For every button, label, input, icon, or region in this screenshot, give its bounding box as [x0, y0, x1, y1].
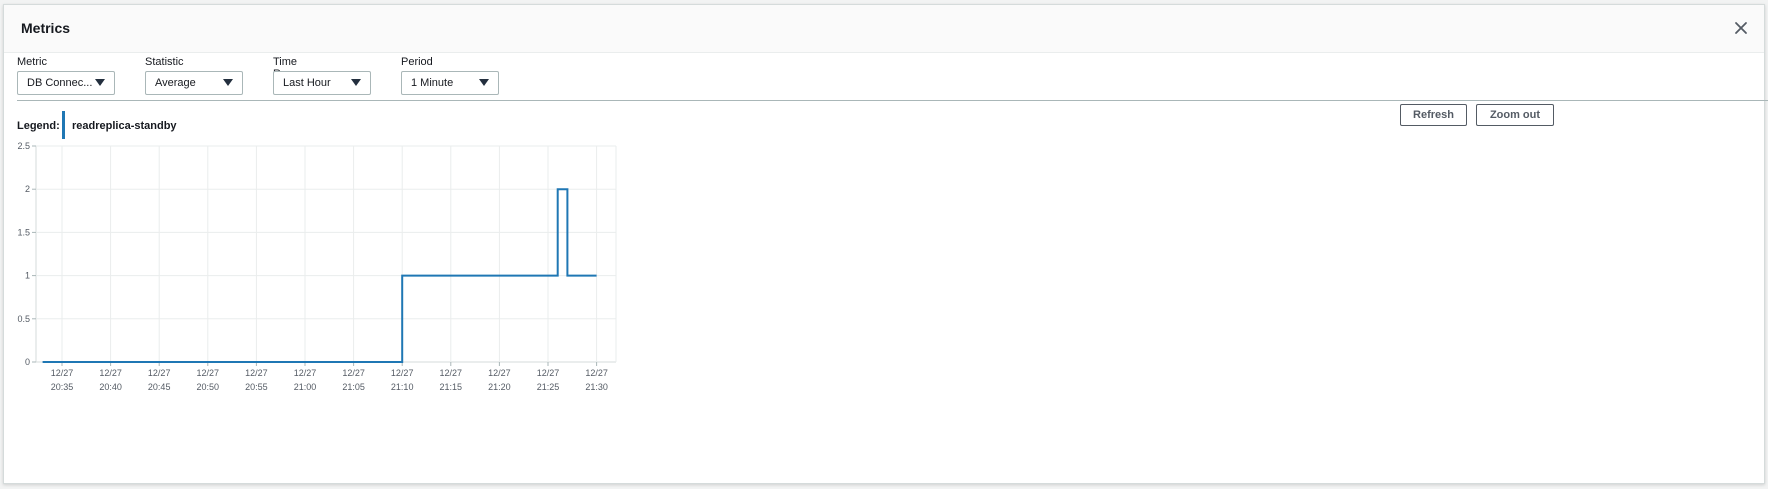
x-tick-date-label: 12/27: [342, 368, 365, 378]
x-tick-time-label: 21:00: [294, 382, 317, 392]
y-tick-label: 1.5: [17, 227, 30, 237]
x-tick-time-label: 20:40: [99, 382, 122, 392]
x-tick-time-label: 21:25: [537, 382, 560, 392]
y-tick-label: 2: [25, 184, 30, 194]
y-tick-label: 1: [25, 271, 30, 281]
x-tick-time-label: 21:05: [342, 382, 365, 392]
x-tick-date-label: 12/27: [294, 368, 317, 378]
x-tick-time-label: 21:15: [440, 382, 463, 392]
x-tick-date-label: 12/27: [391, 368, 414, 378]
x-tick-date-label: 12/27: [537, 368, 560, 378]
x-tick-time-label: 21:20: [488, 382, 511, 392]
y-tick-label: 0: [25, 357, 30, 367]
x-tick-date-label: 12/27: [488, 368, 511, 378]
y-tick-label: 2.5: [17, 141, 30, 151]
x-tick-date-label: 12/27: [197, 368, 220, 378]
metrics-chart: 0 0.5 1 1.5 2 2.5 12/27 20:35 12/27 20:40 12/27 20:…: [17, 141, 617, 392]
x-tick-time-label: 21:30: [585, 382, 608, 392]
y-tick-label: 0.5: [17, 314, 30, 324]
x-tick-time-label: 20:35: [51, 382, 74, 392]
x-tick-date-label: 12/27: [99, 368, 122, 378]
x-tick-time-label: 20:50: [197, 382, 220, 392]
x-tick-time-label: 21:10: [391, 382, 414, 392]
x-tick-time-label: 20:55: [245, 382, 268, 392]
x-tick-time-label: 20:45: [148, 382, 171, 392]
x-tick-date-label: 12/27: [440, 368, 463, 378]
x-tick-date-label: 12/27: [245, 368, 268, 378]
x-tick-date-label: 12/27: [51, 368, 74, 378]
x-tick-date-label: 12/27: [148, 368, 171, 378]
x-tick-date-label: 12/27: [585, 368, 608, 378]
